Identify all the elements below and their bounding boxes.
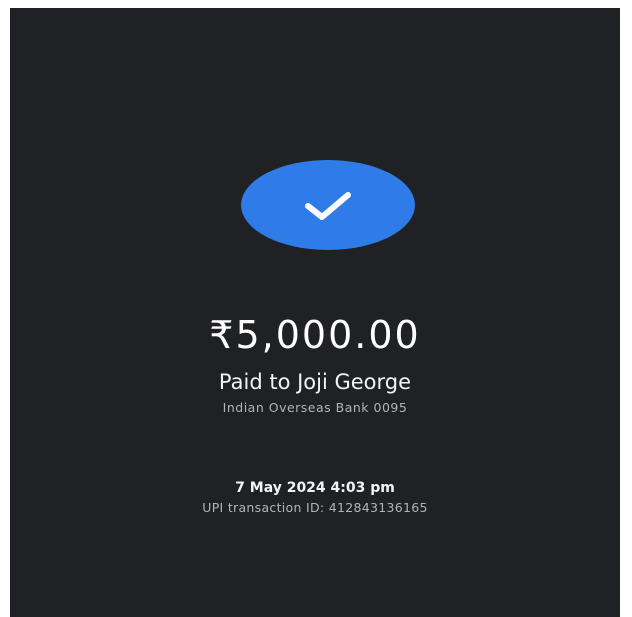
payee-name: Paid to Joji George — [218, 370, 412, 394]
payment-amount: ₹5,000.00 — [209, 313, 421, 357]
payment-datetime: 7 May 2024 4:03 pm — [235, 480, 395, 496]
transaction-id: UPI transaction ID: 412843136165 — [202, 500, 428, 515]
success-badge — [241, 160, 415, 250]
payment-success-screen: ₹5,000.00 Paid to Joji George Indian Ove… — [10, 8, 620, 617]
check-icon — [305, 192, 351, 220]
payee-bank: Indian Overseas Bank 0095 — [222, 400, 408, 415]
